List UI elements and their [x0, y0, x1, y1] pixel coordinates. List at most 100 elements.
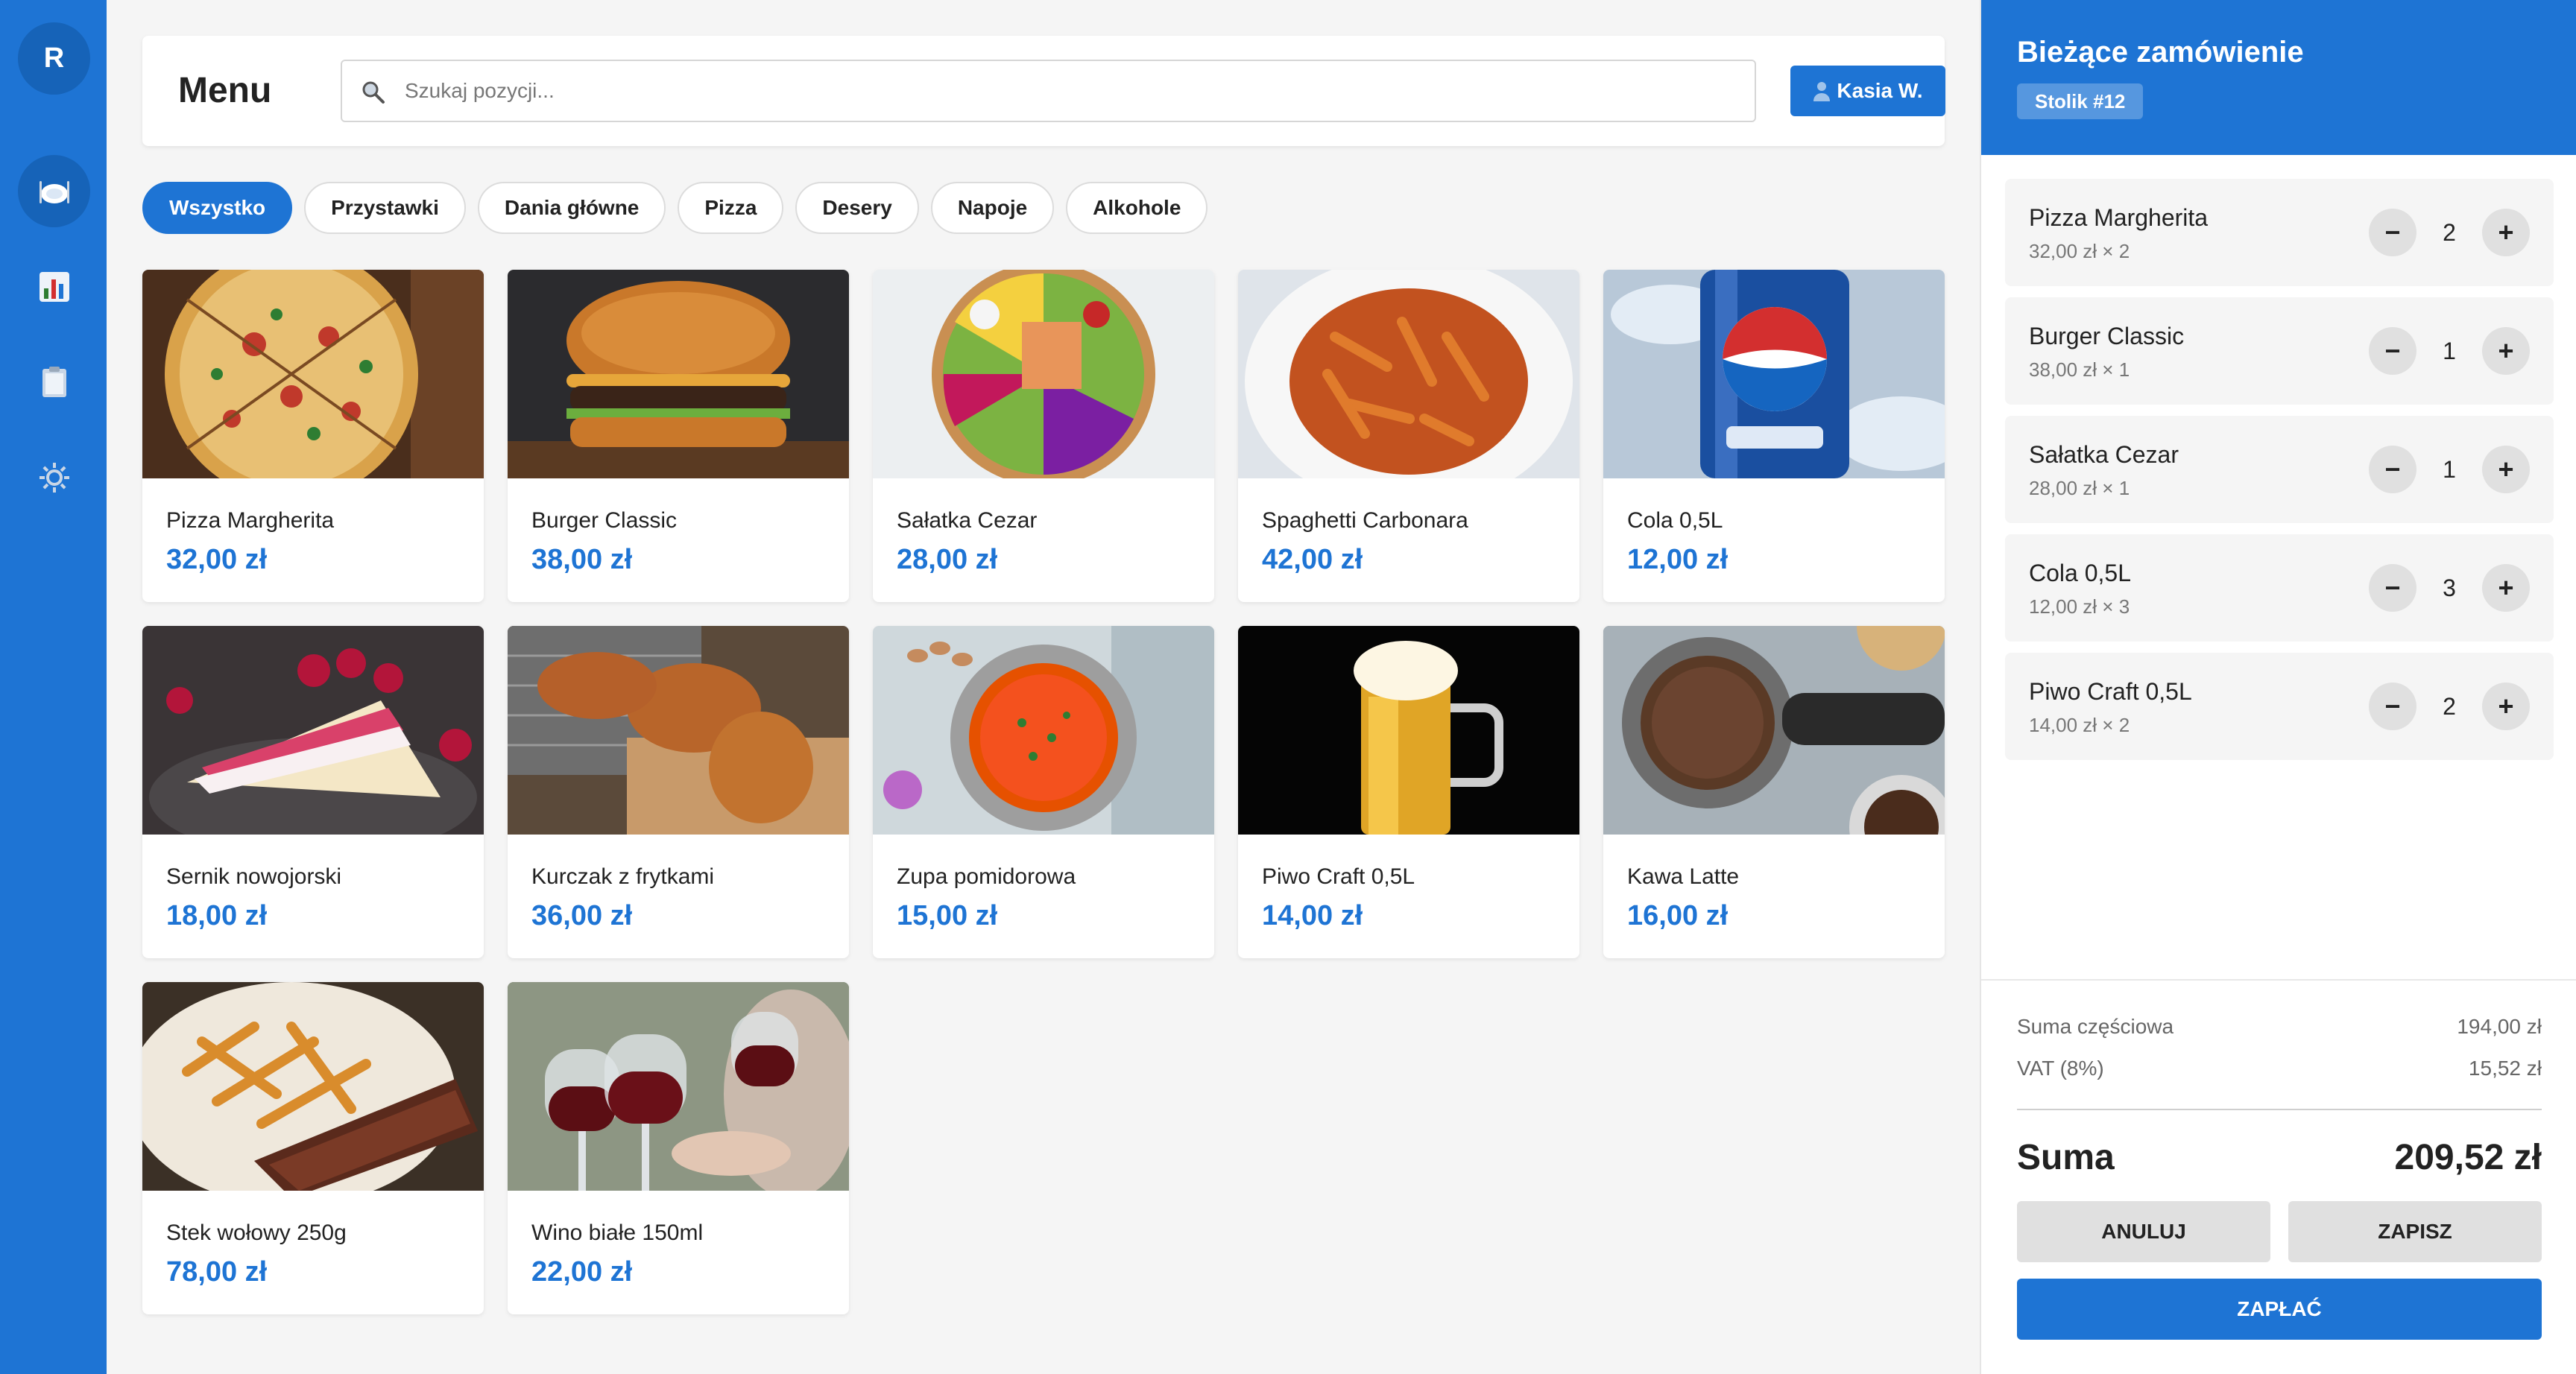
order-item-name: Cola 0,5L [2029, 560, 2131, 586]
category-chip[interactable]: Pizza [678, 182, 784, 234]
page-title: Menu [178, 71, 272, 110]
search-icon [362, 81, 385, 104]
totals-divider [2017, 1109, 2542, 1110]
menu-item-card[interactable]: Sernik nowojorski 18,00 zł [142, 626, 484, 958]
menu-item-card[interactable]: Kurczak z frytkami 36,00 zł [508, 626, 849, 958]
menu-item-price: 12,00 zł [1627, 544, 1729, 575]
left-rail: R [0, 0, 107, 1374]
menu-item-card[interactable]: Wino białe 150ml 22,00 zł [508, 982, 849, 1314]
menu-item-name: Kawa Latte [1627, 864, 1740, 889]
increase-qty-button[interactable]: + [2482, 209, 2530, 256]
menu-item-price: 18,00 zł [166, 900, 268, 931]
nav-menu-button[interactable] [18, 155, 90, 227]
decrease-qty-button[interactable]: − [2369, 446, 2416, 493]
gear-icon [39, 462, 69, 493]
total-label: Suma [2017, 1138, 2115, 1177]
menu-item-card[interactable]: Stek wołowy 250g 78,00 zł [142, 982, 484, 1314]
avatar[interactable]: R [18, 22, 90, 95]
menu-item-name: Sałatka Cezar [897, 508, 1038, 533]
menu-item-card[interactable]: Pizza Margherita 32,00 zł [142, 270, 484, 602]
chicken-photo [508, 626, 849, 835]
steak-photo [142, 982, 484, 1191]
save-button[interactable]: ZAPISZ [2288, 1201, 2542, 1262]
menu-item-name: Spaghetti Carbonara [1262, 508, 1468, 533]
decrease-qty-button[interactable]: − [2369, 209, 2416, 256]
cancel-button[interactable]: ANULUJ [2017, 1201, 2270, 1262]
order-item-detail: 28,00 zł × 1 [2029, 477, 2130, 499]
chart-icon [39, 271, 69, 302]
increase-qty-button[interactable]: + [2482, 683, 2530, 730]
order-item-name: Piwo Craft 0,5L [2029, 678, 2192, 705]
menu-item-name: Stek wołowy 250g [166, 1221, 347, 1245]
search-input[interactable] [405, 61, 1731, 121]
category-chip[interactable]: Wszystko [142, 182, 293, 234]
order-item-qty: 2 [2443, 218, 2456, 246]
burger-photo [508, 270, 849, 478]
order-item: Pizza Margherita 32,00 zł × 2 −2 + [2005, 179, 2554, 286]
order-item-detail: 38,00 zł × 1 [2029, 358, 2130, 381]
decrease-qty-button[interactable]: − [2369, 564, 2416, 612]
menu-item-name: Burger Classic [531, 508, 678, 533]
category-chip[interactable]: Alkohole [1066, 182, 1208, 234]
clipboard-icon [42, 366, 66, 397]
order-panel-header: Bieżące zamówienie Stolik #12 [1981, 0, 2576, 155]
increase-qty-button[interactable]: + [2482, 327, 2530, 375]
nav-settings-button[interactable] [18, 441, 90, 513]
menu-grid: Pizza Margherita 32,00 zł Burger Classic 38… [142, 270, 1945, 1314]
user-icon [1813, 82, 1831, 101]
user-button[interactable]: Kasia W. [1790, 66, 1945, 116]
beer-photo [1238, 626, 1579, 835]
menu-item-price: 78,00 zł [166, 1256, 268, 1288]
category-chip[interactable]: Napoje [930, 182, 1055, 234]
decrease-qty-button[interactable]: − [2369, 683, 2416, 730]
menu-item-price: 14,00 zł [1262, 900, 1363, 931]
order-panel: Bieżące zamówienie Stolik #12 Pizza Marg… [1980, 0, 2576, 1374]
order-item: Burger Classic 38,00 zł × 1 −1 + [2005, 297, 2554, 405]
search-box[interactable] [341, 60, 1756, 122]
menu-item-card[interactable]: Spaghetti Carbonara 42,00 zł [1238, 270, 1579, 602]
cake-photo [142, 626, 484, 835]
order-totals: Suma częściowa 194,00 zł VAT (8%) 15,52 … [1981, 979, 2576, 1340]
nav-reports-button[interactable] [18, 250, 90, 323]
menu-item-name: Kurczak z frytkami [531, 864, 715, 889]
order-item-qty: 3 [2443, 574, 2456, 601]
menu-item-card[interactable]: Cola 0,5L 12,00 zł [1603, 270, 1945, 602]
category-chip[interactable]: Przystawki [304, 182, 466, 234]
decrease-qty-button[interactable]: − [2369, 327, 2416, 375]
menu-item-name: Wino białe 150ml [531, 1221, 704, 1245]
increase-qty-button[interactable]: + [2482, 446, 2530, 493]
order-title: Bieżące zamówienie [2017, 36, 2304, 69]
main-area: Menu Kasia W. WszystkoPrzystawkiDania gł… [107, 0, 1980, 1374]
increase-qty-button[interactable]: + [2482, 564, 2530, 612]
order-item-detail: 32,00 zł × 2 [2029, 240, 2130, 262]
order-item-qty: 1 [2443, 455, 2456, 483]
category-filter-bar: Wszystko Przystawki Dania główne Pizza Deser… [142, 182, 1208, 235]
pasta-photo [1238, 270, 1579, 478]
pay-button[interactable]: ZAPŁAĆ [2017, 1279, 2542, 1340]
order-item-name: Burger Classic [2029, 323, 2185, 349]
menu-item-price: 36,00 zł [531, 900, 633, 931]
menu-item-card[interactable]: Sałatka Cezar 28,00 zł [873, 270, 1214, 602]
table-badge: Stolik #12 [2017, 83, 2144, 119]
menu-item-name: Pizza Margherita [166, 508, 335, 533]
order-item: Piwo Craft 0,5L 14,00 zł × 2 −2 + [2005, 653, 2554, 760]
plate-icon [39, 180, 69, 203]
menu-item-card[interactable]: Zupa pomidorowa 15,00 zł [873, 626, 1214, 958]
menu-item-price: 42,00 zł [1262, 544, 1363, 575]
category-chip[interactable]: Desery [795, 182, 919, 234]
nav-orders-button[interactable] [18, 346, 90, 418]
menu-item-card[interactable]: Piwo Craft 0,5L 14,00 zł [1238, 626, 1579, 958]
category-chip[interactable]: Dania główne [477, 182, 666, 234]
wine-photo [508, 982, 849, 1191]
header-bar: Menu Kasia W. [142, 36, 1945, 146]
menu-item-price: 16,00 zł [1627, 900, 1729, 931]
menu-item-name: Sernik nowojorski [166, 864, 342, 889]
menu-item-card[interactable]: Burger Classic 38,00 zł [508, 270, 849, 602]
order-item-qty: 2 [2443, 692, 2456, 720]
vat-value: 15,52 zł [2468, 1057, 2542, 1080]
menu-item-name: Zupa pomidorowa [897, 864, 1076, 889]
menu-item-card[interactable]: Kawa Latte 16,00 zł [1603, 626, 1945, 958]
menu-item-price: 22,00 zł [531, 1256, 633, 1288]
subtotal-row: Suma częściowa 194,00 zł [2017, 1015, 2542, 1039]
cola-photo [1603, 270, 1945, 478]
